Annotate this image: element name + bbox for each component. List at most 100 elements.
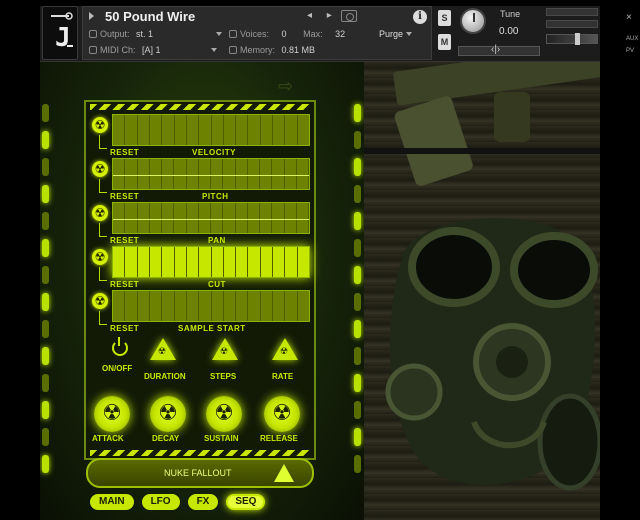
instrument-panel: ⇨ ☢ RESET VELOCITY ☢ RESET PITCH ☢ RESET… xyxy=(40,62,600,520)
side-light xyxy=(354,131,361,149)
seq-row-pitch: ☢ RESET PITCH xyxy=(88,158,314,202)
pitch-step-grid[interactable] xyxy=(112,158,310,190)
row-connector xyxy=(99,223,107,237)
reset-button-cut[interactable]: RESET xyxy=(110,280,139,289)
purge-label: Purge xyxy=(379,29,404,39)
release-knob[interactable]: ☢ xyxy=(264,396,300,432)
voices-icon xyxy=(229,30,237,38)
prev-next-arrows-icon[interactable]: ◂ ▸ xyxy=(307,10,338,21)
tab-fx[interactable]: FX xyxy=(187,494,219,510)
level-meters xyxy=(546,8,598,58)
midi-row[interactable]: MIDI Ch: [A] 1 xyxy=(89,45,218,55)
side-light xyxy=(42,239,49,257)
voices-value: 0 xyxy=(281,29,287,39)
collapse-arrow-icon[interactable] xyxy=(89,12,94,20)
output-dropdown-icon[interactable] xyxy=(215,32,222,36)
midi-dropdown-icon[interactable] xyxy=(211,48,218,52)
page-tabs: MAIN LFO FX SEQ xyxy=(90,494,320,512)
wrench-icon[interactable] xyxy=(49,10,73,22)
side-light xyxy=(42,293,49,311)
side-light xyxy=(354,374,361,392)
close-icon[interactable]: × xyxy=(626,12,632,23)
row-label-cut: CUT xyxy=(208,280,226,289)
power-icon[interactable] xyxy=(112,337,128,356)
instrument-logo[interactable]: J xyxy=(42,6,78,60)
side-light xyxy=(354,158,361,176)
sustain-knob[interactable]: ☢ xyxy=(206,396,242,432)
side-light xyxy=(42,347,49,365)
solo-button[interactable]: S xyxy=(438,10,451,26)
output-value[interactable]: st. 1 xyxy=(136,29,153,39)
rate-selector-icon[interactable]: ☢ xyxy=(272,338,298,360)
memory-value: 0.81 MB xyxy=(281,45,316,55)
reset-button-sample-start[interactable]: RESET xyxy=(110,324,139,333)
tune-value[interactable]: 0.00 xyxy=(499,26,518,37)
output-label: Output: xyxy=(100,29,130,39)
seq-row-sample-start: ☢ RESET SAMPLE START xyxy=(88,290,314,334)
pv-label[interactable]: PV xyxy=(626,48,634,54)
side-light xyxy=(354,320,361,338)
tab-lfo[interactable]: LFO xyxy=(141,494,180,510)
pan-slider[interactable] xyxy=(458,44,540,56)
side-light xyxy=(354,185,361,203)
decay-knob[interactable]: ☢ xyxy=(150,396,186,432)
pan-step-grid[interactable] xyxy=(112,202,310,234)
preset-selector[interactable]: NUKE FALLOUT xyxy=(86,458,314,488)
hazard-stripe-bottom xyxy=(90,450,310,456)
cut-step-grid[interactable] xyxy=(112,246,310,278)
logo-dash xyxy=(67,45,73,47)
radiation-icon[interactable]: ☢ xyxy=(92,205,108,221)
output-row[interactable]: Output: st. 1 xyxy=(89,29,222,39)
mute-button[interactable]: M xyxy=(438,34,451,50)
radiation-icon[interactable]: ☢ xyxy=(92,293,108,309)
seq-row-cut: ☢ RESET CUT xyxy=(88,246,314,290)
arrow-right-icon: ⇨ xyxy=(278,76,294,96)
tune-label: Tune xyxy=(500,9,521,19)
attack-knob[interactable]: ☢ xyxy=(94,396,130,432)
radiation-icon[interactable]: ☢ xyxy=(92,117,108,133)
purge-dropdown-icon xyxy=(405,32,412,36)
midi-value[interactable]: [A] 1 xyxy=(142,45,161,55)
side-light xyxy=(42,131,49,149)
steps-label: STEPS xyxy=(210,372,237,381)
instrument-header: J 50 Pound Wire ◂ ▸ i Output: st. 1 Voic… xyxy=(40,6,638,62)
radiation-icon[interactable]: ☢ xyxy=(92,249,108,265)
side-light xyxy=(354,266,361,284)
artwork-panel xyxy=(364,62,600,520)
reset-button-velocity[interactable]: RESET xyxy=(110,148,139,157)
reset-button-pitch[interactable]: RESET xyxy=(110,192,139,201)
side-light xyxy=(354,293,361,311)
radiation-icon[interactable]: ☢ xyxy=(92,161,108,177)
side-light xyxy=(354,104,361,122)
steps-selector-icon[interactable]: ☢ xyxy=(212,338,238,360)
instrument-name[interactable]: 50 Pound Wire xyxy=(105,9,195,24)
camera-icon[interactable] xyxy=(341,10,357,22)
seq-row-velocity: ☢ RESET VELOCITY xyxy=(88,114,314,158)
purge-dropdown[interactable]: Purge xyxy=(379,29,412,39)
max-value[interactable]: 32 xyxy=(335,29,345,39)
reset-button-pan[interactable]: RESET xyxy=(110,236,139,245)
aux-label[interactable]: AUX xyxy=(626,36,638,42)
velocity-step-grid[interactable] xyxy=(112,114,310,146)
side-light xyxy=(42,374,49,392)
sample-start-step-grid[interactable] xyxy=(112,290,310,322)
instrument-left-panel: ⇨ ☢ RESET VELOCITY ☢ RESET PITCH ☢ RESET… xyxy=(40,62,364,520)
row-connector xyxy=(99,179,107,193)
instrument-info-panel: 50 Pound Wire ◂ ▸ i Output: st. 1 Voices… xyxy=(82,6,432,60)
duration-selector-icon[interactable]: ☢ xyxy=(150,338,176,360)
volume-slider[interactable] xyxy=(546,33,598,45)
duration-label: DURATION xyxy=(144,372,186,381)
info-icon[interactable]: i xyxy=(413,10,427,24)
row-label-pitch: PITCH xyxy=(202,192,229,201)
onoff-label: ON/OFF xyxy=(102,364,133,373)
tab-main[interactable]: MAIN xyxy=(90,494,134,510)
tune-knob[interactable] xyxy=(460,8,486,34)
release-label: RELEASE xyxy=(260,434,298,443)
voices-label: Voices: xyxy=(240,29,270,39)
tab-seq[interactable]: SEQ xyxy=(226,494,266,510)
sequencer-controls: ON/OFF ☢ DURATION ☢ STEPS ☢ RATE xyxy=(86,337,318,398)
row-connector xyxy=(99,311,107,325)
side-light xyxy=(42,320,49,338)
radiation-warning-icon xyxy=(274,464,294,482)
row-label-sample-start: SAMPLE START xyxy=(178,324,246,333)
